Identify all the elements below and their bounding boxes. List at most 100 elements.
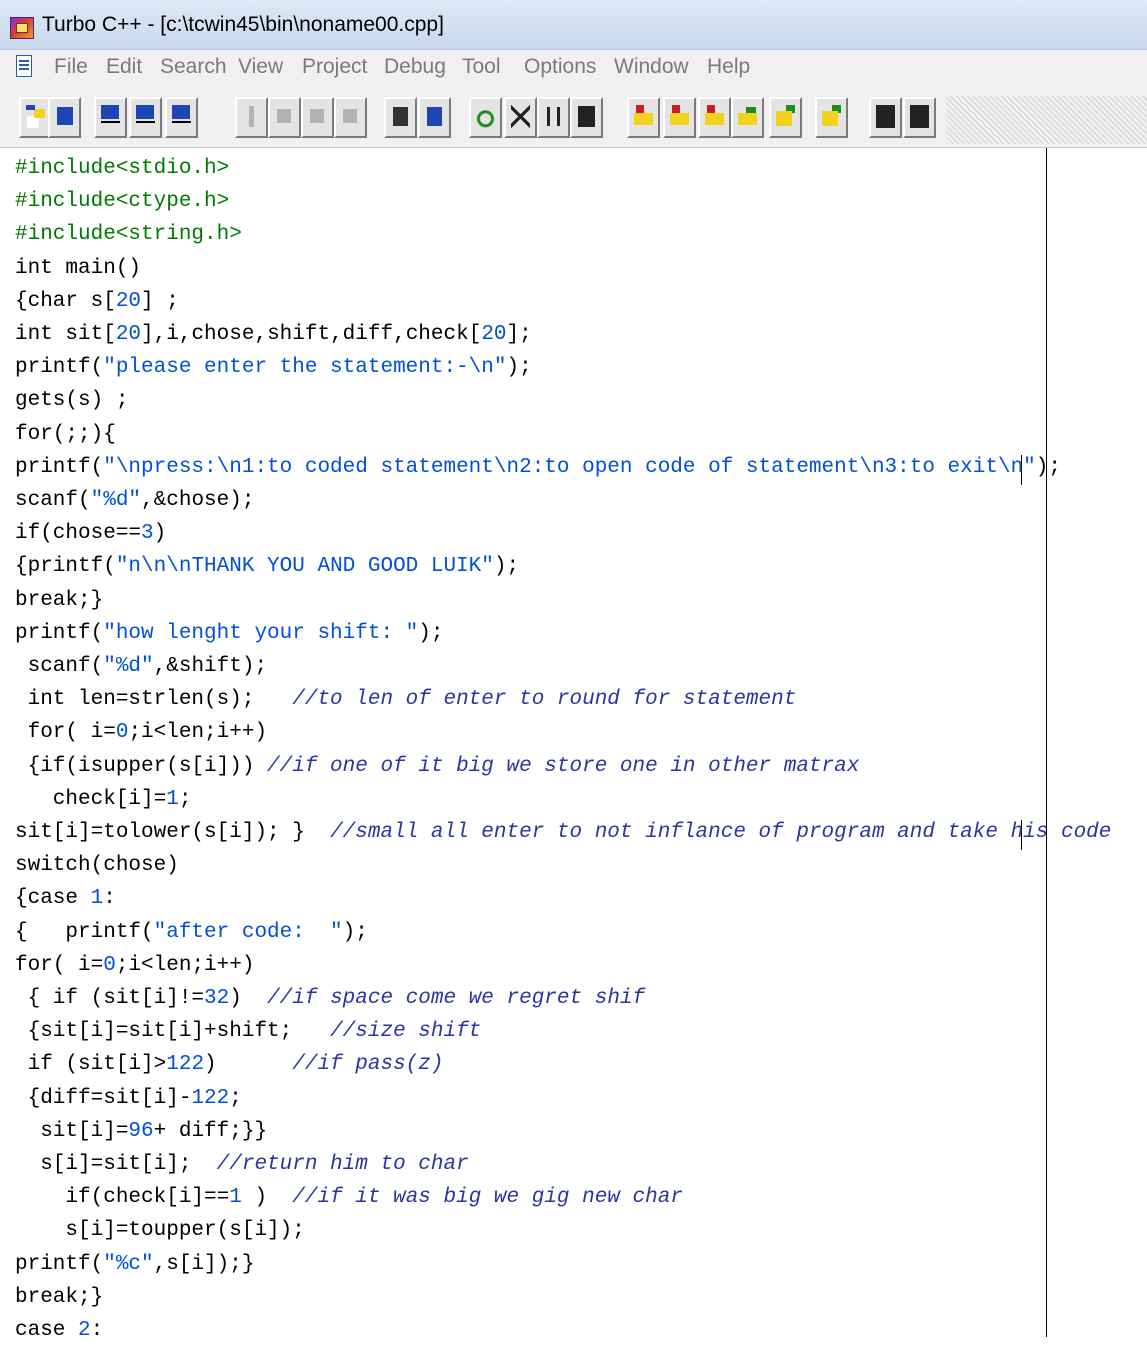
copy-button[interactable]: [537, 97, 570, 138]
code-line[interactable]: {if(isupper(s[i])) //if one of it big we…: [15, 750, 860, 783]
code-line[interactable]: #include<stdio.h>: [15, 152, 229, 185]
cut-button[interactable]: [504, 97, 537, 138]
replace-button[interactable]: [663, 97, 696, 138]
code-line[interactable]: for( i=0;i<len;i++): [15, 949, 254, 982]
code-line[interactable]: printf("how lenght your shift: ");: [15, 617, 444, 650]
turbo-cpp-app-icon[interactable]: [10, 17, 34, 39]
undo-button[interactable]: [469, 97, 502, 138]
code-text: :: [103, 887, 116, 911]
watch-button[interactable]: [418, 97, 451, 138]
run-button[interactable]: [334, 97, 367, 138]
menu-tool[interactable]: Tool: [462, 55, 501, 79]
code-line[interactable]: printf("\npress:\n1:to coded statement\n…: [15, 451, 1061, 484]
code-line[interactable]: case 2:: [15, 1314, 103, 1347]
find-in-files-button[interactable]: [731, 97, 764, 138]
code-line[interactable]: for( i=0;i<len;i++): [15, 716, 267, 749]
cascade-button[interactable]: [903, 97, 936, 138]
menu-options[interactable]: Options: [524, 55, 596, 79]
code-line[interactable]: int sit[20],i,chose,shift,diff,check[20]…: [15, 318, 532, 351]
code-text: );: [1035, 455, 1061, 479]
code-line[interactable]: printf("%c",s[i]);}: [15, 1248, 254, 1281]
make-button[interactable]: [129, 97, 162, 138]
code-comment: //return him to char: [216, 1153, 469, 1176]
code-line[interactable]: check[i]=1;: [15, 783, 192, 816]
code-line[interactable]: if(check[i]==1 ) //if it was big we gig …: [15, 1181, 683, 1214]
code-line[interactable]: scanf("%d",&shift);: [15, 650, 267, 683]
code-line[interactable]: s[i]=sit[i]; //return him to char: [15, 1148, 469, 1181]
paste-button[interactable]: [570, 97, 603, 138]
menu-help[interactable]: Help: [707, 55, 750, 79]
code-text: :: [90, 1319, 104, 1342]
code-line[interactable]: gets(s) ;: [15, 384, 128, 417]
build-all-button[interactable]: [165, 97, 198, 138]
compile-button[interactable]: [94, 97, 127, 138]
menu-project[interactable]: Project: [302, 55, 367, 79]
step-over-icon: [275, 105, 294, 128]
next-message-icon: [822, 105, 841, 128]
code-line[interactable]: printf("please enter the statement:-\n")…: [15, 351, 532, 384]
code-line[interactable]: { printf("after code: ");: [15, 916, 368, 949]
code-text: ,s[i]);}: [153, 1252, 255, 1276]
code-line[interactable]: sit[i]=96+ diff;}}: [15, 1115, 267, 1148]
toolbar-empty-area: [946, 96, 1147, 144]
code-line[interactable]: break;}: [15, 1281, 103, 1314]
code-line[interactable]: {printf("n\n\nTHANK YOU AND GOOD LUIK");: [15, 550, 519, 583]
code-line[interactable]: if(chose==3): [15, 517, 166, 550]
menu-window[interactable]: Window: [614, 55, 689, 79]
code-text: {char s[: [15, 289, 116, 313]
code-text: if (sit[i]>: [15, 1053, 167, 1077]
code-text: int len=strlen(s);: [15, 688, 293, 712]
menu-debug[interactable]: Debug: [384, 55, 446, 79]
code-line[interactable]: #include<ctype.h>: [15, 185, 229, 218]
find-in-files-icon: [738, 105, 757, 128]
code-line[interactable]: int main(): [15, 252, 141, 285]
code-comment: //to len of enter to round for statement: [292, 688, 797, 712]
code-text: printf(: [15, 356, 104, 380]
code-line[interactable]: {diff=sit[i]-122;: [15, 1082, 242, 1115]
code-text: ;: [229, 1086, 242, 1110]
document-icon[interactable]: [16, 55, 32, 77]
code-text: check[i]=: [15, 787, 167, 811]
code-line[interactable]: {char s[20] ;: [15, 285, 179, 318]
search-again-icon: [705, 105, 724, 128]
replace-icon: [670, 105, 689, 128]
search-again-button[interactable]: [698, 97, 731, 138]
code-comment: //if it was big we gig new char: [292, 1186, 683, 1210]
step-over-button[interactable]: [268, 97, 301, 138]
menu-file[interactable]: File: [54, 55, 88, 79]
code-string: "n\n\nTHANK YOU AND GOOD LUIK": [115, 555, 494, 579]
code-line[interactable]: if (sit[i]>122) //if pass(z): [15, 1048, 444, 1081]
code-line[interactable]: { if (sit[i]!=32) //if space come we reg…: [15, 982, 646, 1015]
code-line[interactable]: {sit[i]=sit[i]+shift; //size shift: [15, 1015, 482, 1048]
code-line[interactable]: s[i]=toupper(s[i]);: [15, 1214, 304, 1247]
code-comment: //if one of it big we store one in other…: [267, 754, 860, 778]
tile-button[interactable]: [869, 97, 902, 138]
code-line[interactable]: break;}: [15, 584, 103, 617]
inspect-button[interactable]: [384, 97, 417, 138]
menu-search[interactable]: Search: [160, 55, 227, 79]
code-text: {printf(: [15, 555, 116, 579]
code-text: printf(: [15, 455, 104, 479]
trace-into-button[interactable]: [301, 97, 334, 138]
search-button[interactable]: [627, 97, 660, 138]
code-comment: //size shift: [330, 1020, 482, 1044]
save-file-button[interactable]: [48, 97, 81, 138]
code-line[interactable]: scanf("%d",&chose);: [15, 484, 254, 517]
code-line[interactable]: {case 1:: [15, 882, 116, 915]
code-string: "%c": [103, 1252, 154, 1276]
lightning-button[interactable]: [235, 97, 268, 138]
next-message-button[interactable]: [815, 97, 848, 138]
previous-message-button[interactable]: [769, 97, 802, 138]
code-line[interactable]: switch(chose): [15, 849, 179, 882]
code-text: {case: [15, 887, 91, 911]
menu-view[interactable]: View: [238, 55, 283, 79]
code-string: "%d": [90, 489, 142, 512]
code-text: + diff;}}: [153, 1119, 268, 1143]
code-line[interactable]: sit[i]=tolower(s[i]); } //small all ente…: [15, 816, 1111, 849]
code-text: ],i,chose,shift,diff,check[: [141, 323, 482, 346]
code-text: );: [342, 920, 368, 944]
code-line[interactable]: for(;;){: [15, 418, 116, 451]
code-line[interactable]: #include<string.h>: [15, 218, 242, 251]
menu-edit[interactable]: Edit: [106, 55, 142, 79]
code-line[interactable]: int len=strlen(s); //to len of enter to …: [15, 683, 797, 716]
